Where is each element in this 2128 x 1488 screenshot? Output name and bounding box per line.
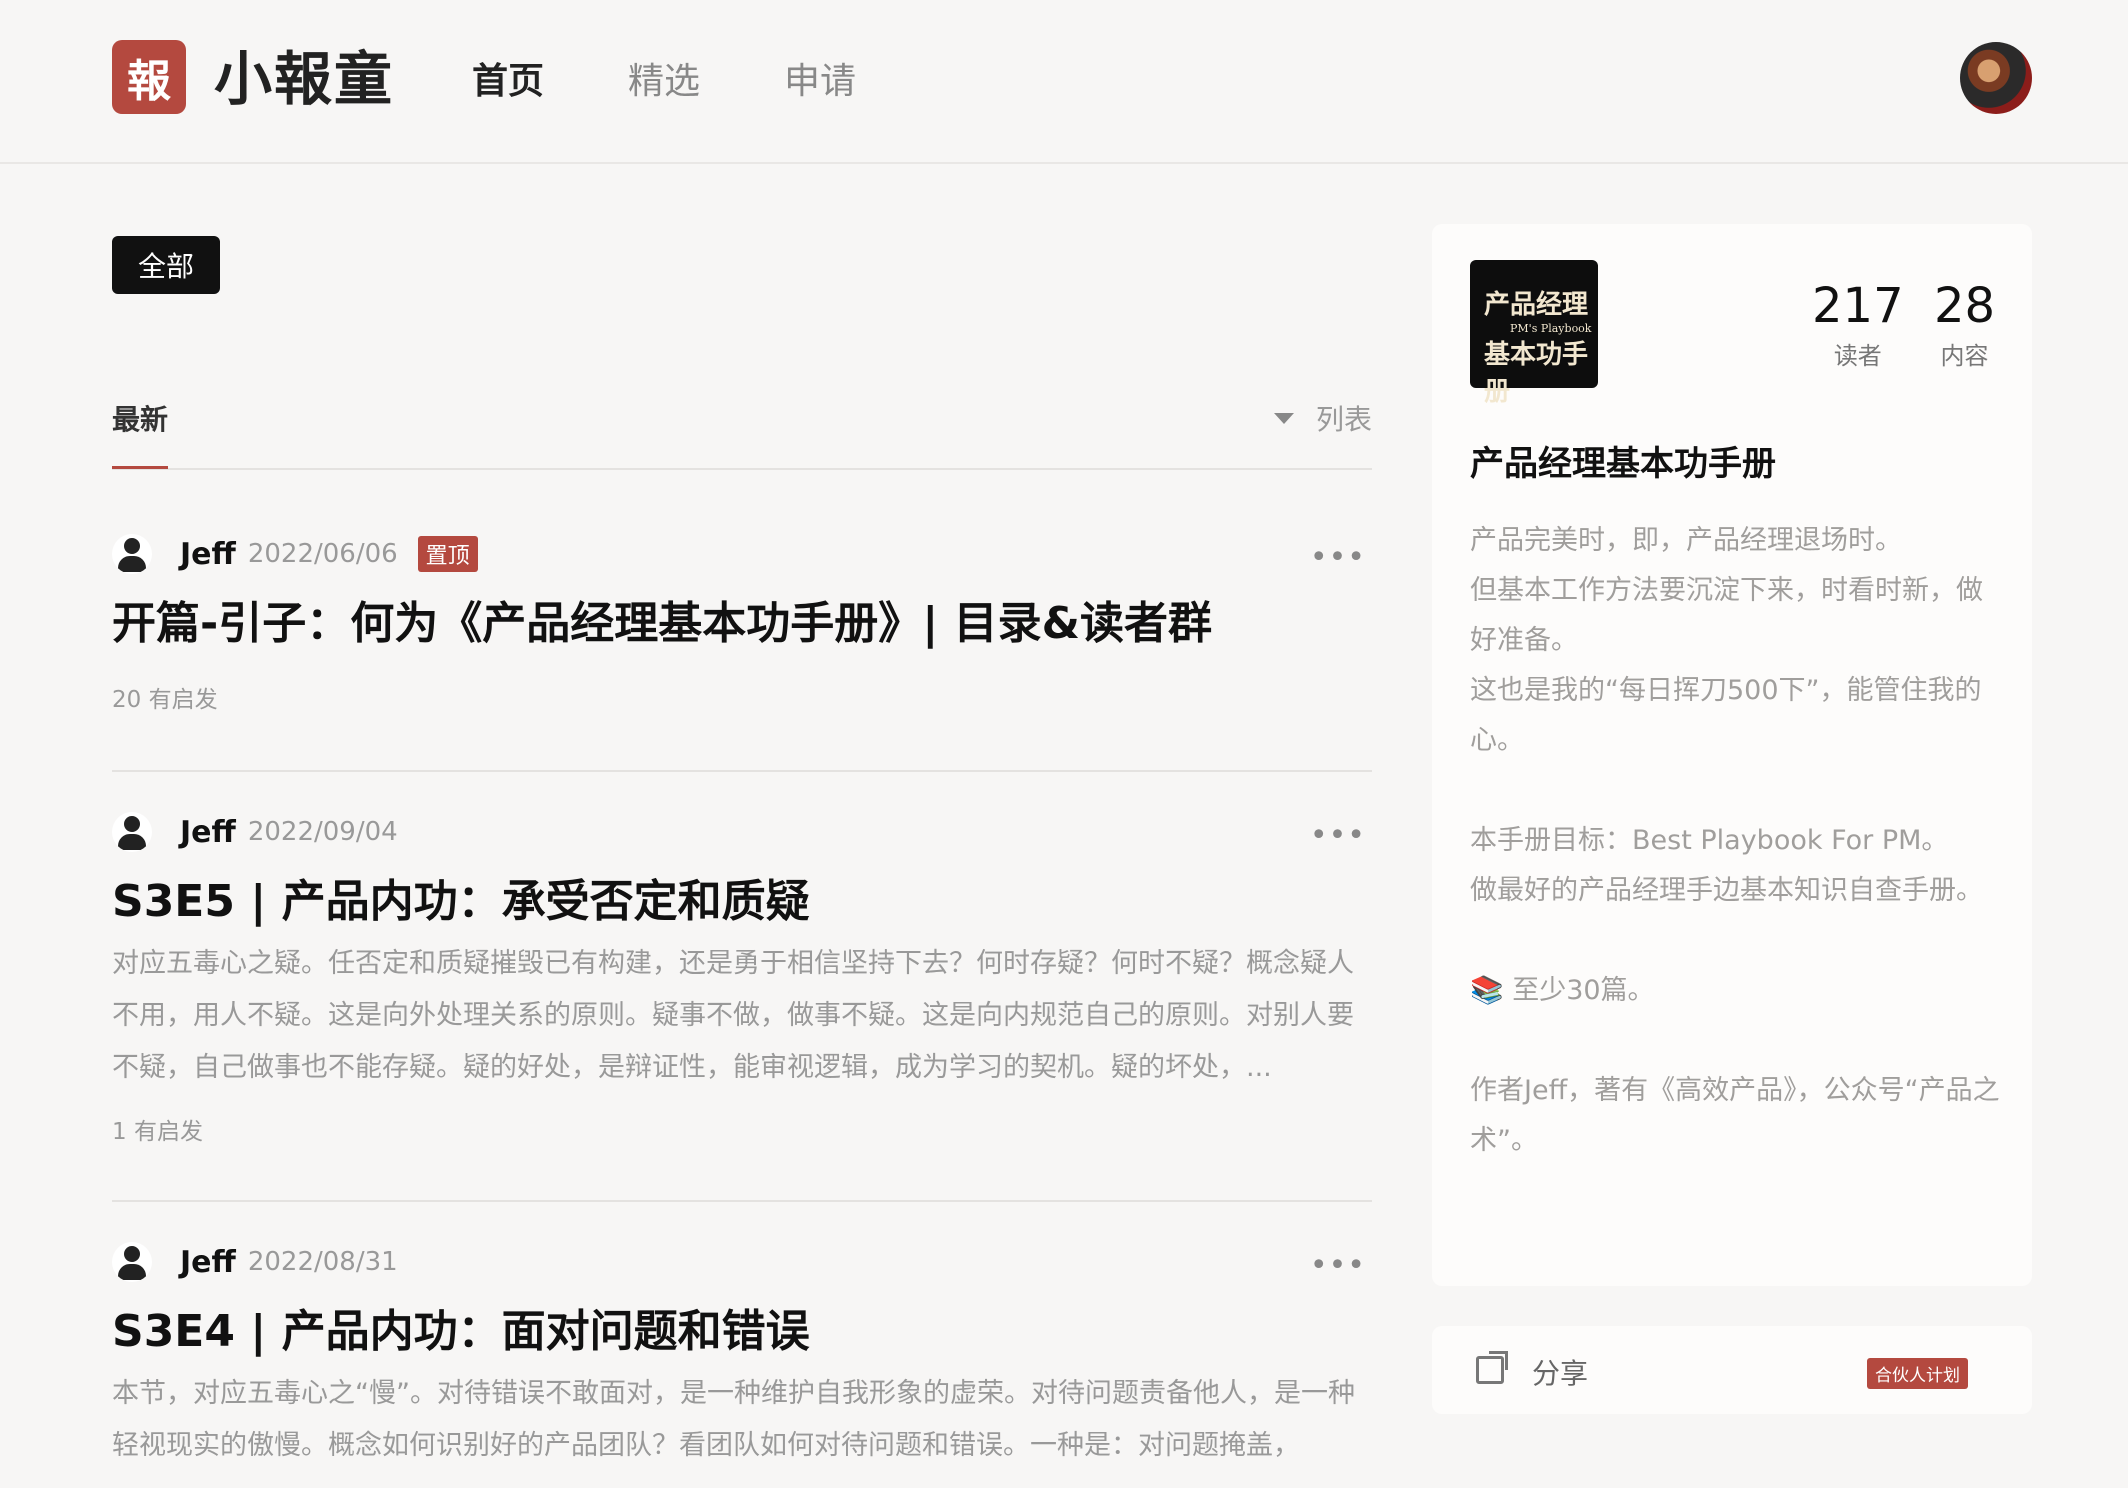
desc-line: 产品完美时，即，产品经理退场时。 — [1470, 525, 1902, 556]
content-label: 内容 — [1940, 342, 1989, 370]
active-tab-indicator — [112, 466, 168, 469]
author-avatar — [112, 1242, 152, 1282]
tab-latest[interactable]: 最新 — [112, 398, 168, 438]
post-item[interactable]: Jeff 2022/09/04 ••• S3E5 | 产品内功：承受否定和质疑 … — [112, 808, 1372, 1146]
cover-line-1: 产品经理 — [1484, 290, 1589, 320]
view-mode-label: 列表 — [1315, 403, 1372, 436]
top-navigation-bar: 報 小報童 首页 精选 申请 — [0, 0, 2128, 164]
view-mode-toggle[interactable]: 列表 — [1273, 398, 1372, 438]
desc-line: 这也是我的“每日挥刀500下”，能管住我的心。 — [1470, 675, 1982, 756]
more-options-icon[interactable]: ••• — [1310, 818, 1366, 853]
logo-icon[interactable]: 報 — [112, 40, 186, 114]
post-date: 2022/06/06 — [247, 539, 398, 569]
share-card[interactable]: 分享 合伙人计划 — [1432, 1326, 2032, 1414]
post-title[interactable]: S3E5 | 产品内功：承受否定和质疑 — [112, 870, 1372, 934]
column-cover[interactable]: 产品经理 PM's Playbook 基本功手册 — [1470, 260, 1598, 407]
more-options-icon[interactable]: ••• — [1310, 1248, 1366, 1283]
post-divider — [112, 770, 1372, 772]
post-title[interactable]: S3E4 | 产品内功：面对问题和错误 — [112, 1300, 1372, 1364]
author-avatar — [112, 812, 152, 852]
post-excerpt: 本节，对应五毒心之“慢”。对待错误不敢面对，是一种维护自我形象的虚荣。对待问题责… — [112, 1378, 1355, 1461]
nav-featured[interactable]: 精选 — [628, 58, 700, 106]
readers-count: 217 — [1812, 278, 1904, 334]
column-info-card: 产品经理 PM's Playbook 基本功手册 217 读者 28 内容 产品… — [1432, 224, 2032, 1286]
desc-line: 但基本工作方法要沉淀下来，时看时新，做好准备。 — [1470, 575, 1983, 656]
post-meta: Jeff 2022/09/04 ••• — [112, 808, 1372, 856]
post-meta: Jeff 2022/08/31 ••• — [112, 1238, 1372, 1286]
post-item[interactable]: Jeff 2022/06/06 置顶 ••• 开篇-引子：何为《产品经理基本功手… — [112, 530, 1372, 714]
post-item[interactable]: Jeff 2022/08/31 ••• S3E4 | 产品内功：面对问题和错误 … — [112, 1238, 1372, 1472]
post-date: 2022/08/31 — [247, 1247, 398, 1277]
post-inspired-count: 20 有启发 — [112, 687, 218, 713]
desc-line: 作者Jeff，著有《高效产品》，公众号“产品之术”。 — [1470, 1075, 2000, 1156]
post-author[interactable]: Jeff — [180, 537, 236, 572]
share-icon — [1476, 1356, 1504, 1384]
desc-line: 📚 至少30篇。 — [1470, 975, 1655, 1006]
filter-all-button[interactable]: 全部 — [112, 236, 220, 294]
post-meta: Jeff 2022/06/06 置顶 ••• — [112, 530, 1372, 578]
brand-name[interactable]: 小報童 — [214, 44, 394, 114]
readers-stat: 217 读者 — [1812, 280, 1904, 371]
nav-apply[interactable]: 申请 — [784, 58, 856, 106]
readers-label: 读者 — [1833, 342, 1882, 370]
post-excerpt: 对应五毒心之疑。任否定和质疑摧毁已有构建，还是勇于相信坚持下去？何时存疑？何时不… — [112, 948, 1354, 1083]
post-title[interactable]: 开篇-引子：何为《产品经理基本功手册》| 目录&读者群 — [112, 592, 1372, 656]
desc-line: 本手册目标：Best Playbook For PM。 — [1470, 825, 1949, 856]
author-avatar — [112, 534, 152, 574]
main-nav: 首页 精选 申请 — [472, 58, 940, 106]
column-title: 产品经理基本功手册 — [1470, 444, 1776, 484]
partner-program-badge[interactable]: 合伙人计划 — [1867, 1358, 1968, 1389]
post-inspired-count: 1 有启发 — [112, 1119, 203, 1145]
post-divider — [112, 1200, 1372, 1202]
content-count: 28 — [1934, 278, 1996, 334]
nav-home[interactable]: 首页 — [472, 58, 544, 106]
post-date: 2022/09/04 — [247, 817, 398, 847]
feed-tabs: 最新 列表 — [112, 392, 1372, 470]
pinned-badge: 置顶 — [417, 536, 478, 572]
share-button[interactable]: 分享 — [1532, 1352, 1588, 1392]
post-author[interactable]: Jeff — [180, 815, 236, 850]
more-options-icon[interactable]: ••• — [1310, 540, 1366, 575]
desc-line: 做最好的产品经理手边基本知识自查手册。 — [1470, 875, 1983, 906]
caret-down-icon — [1273, 412, 1294, 424]
user-avatar[interactable] — [1960, 42, 2032, 114]
post-author[interactable]: Jeff — [180, 1245, 236, 1280]
content-stat: 28 内容 — [1934, 280, 1995, 371]
column-description: 产品完美时，即，产品经理退场时。 但基本工作方法要沉淀下来，时看时新，做好准备。… — [1470, 516, 2000, 1166]
cover-line-2: 基本功手册 — [1484, 340, 1589, 407]
